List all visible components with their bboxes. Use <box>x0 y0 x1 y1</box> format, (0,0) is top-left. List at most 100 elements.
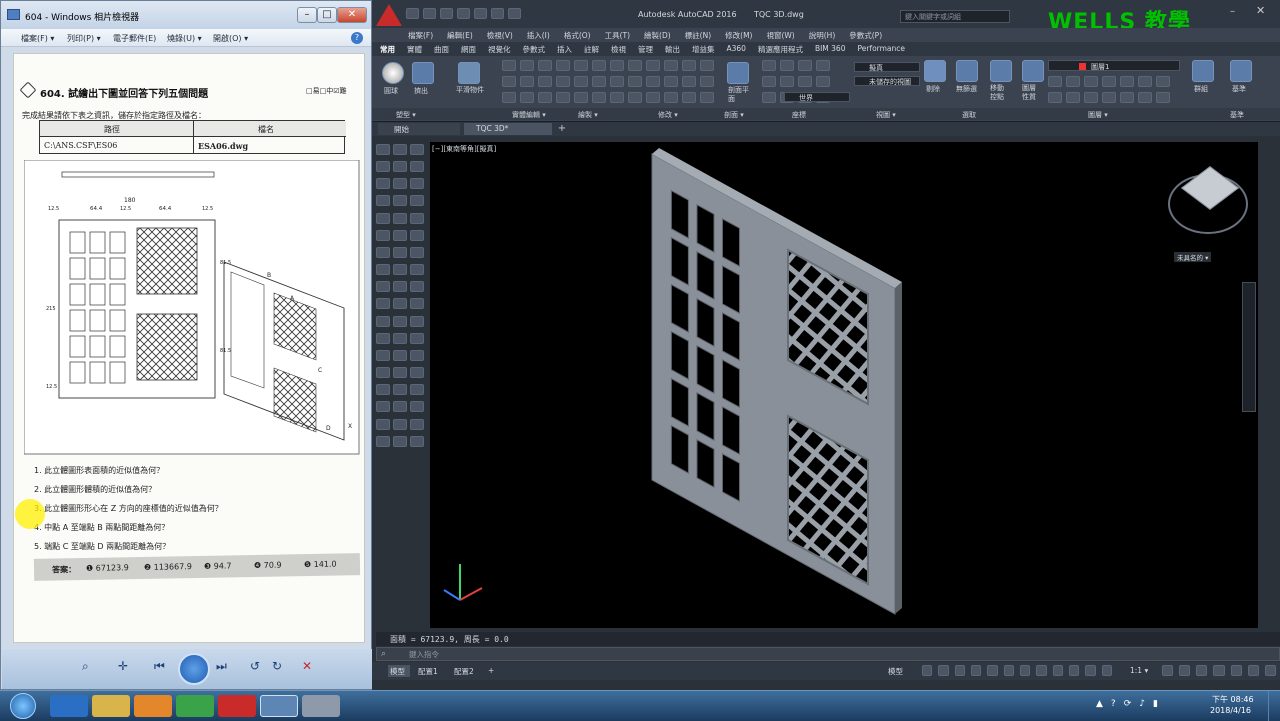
layer-tool-button-8[interactable] <box>1066 92 1080 103</box>
ribbon-tab-12[interactable]: A360 <box>727 44 746 55</box>
cull-button[interactable] <box>924 60 946 82</box>
left-tool-button-49[interactable] <box>393 418 407 430</box>
status-toggle-1[interactable] <box>938 665 949 676</box>
ribbon-tab-11[interactable]: 增益集 <box>692 44 715 55</box>
tool-button-10[interactable] <box>682 60 696 71</box>
fit-icon[interactable]: ✛ <box>118 659 128 673</box>
search-box[interactable]: 鍵入關鍵字或詞組 <box>900 10 1010 23</box>
left-tool-button-26[interactable] <box>410 281 424 293</box>
autocad-app-button[interactable] <box>376 4 402 26</box>
media-player-icon[interactable] <box>134 695 172 717</box>
status-toggle-6[interactable] <box>1019 665 1031 676</box>
status-right-button-2[interactable] <box>1196 665 1208 676</box>
ribbon-tab-10[interactable]: 輸出 <box>665 44 680 55</box>
left-tool-button-45[interactable] <box>376 401 390 413</box>
delete-icon[interactable]: ✕ <box>302 659 312 673</box>
left-tool-button-16[interactable] <box>393 229 407 241</box>
left-tool-button-33[interactable] <box>376 332 390 344</box>
left-tool-button-50[interactable] <box>410 418 424 430</box>
left-tool-button-53[interactable] <box>410 435 424 447</box>
sphere-button[interactable] <box>382 62 404 84</box>
autocad-taskbar-icon[interactable] <box>218 695 256 717</box>
ribbon-tab-9[interactable]: 管理 <box>638 44 653 55</box>
left-tool-button-46[interactable] <box>393 401 407 413</box>
left-tool-button-21[interactable] <box>376 264 390 276</box>
tool-button-29[interactable] <box>592 92 606 103</box>
group-solid-edit[interactable]: 實體編輯 ▾ <box>512 110 546 120</box>
left-tool-button-5[interactable] <box>410 161 424 173</box>
left-tool-button-9[interactable] <box>376 195 390 207</box>
autocad-titlebar[interactable]: Autodesk AutoCAD 2016 TQC 3D.dwg 鍵入關鍵字或詞… <box>372 0 1280 35</box>
status-model[interactable]: 模型 <box>888 666 903 677</box>
viewer-titlebar[interactable]: 604 - Windows 相片檢視器 – □ ✕ <box>1 1 371 29</box>
layout-tab-2[interactable]: 配置2 <box>452 665 482 677</box>
tool-button-28[interactable] <box>574 92 588 103</box>
menu-print[interactable]: 列印(P) ▾ <box>67 33 101 44</box>
visual-style-dropdown[interactable]: 擬真 <box>854 62 920 72</box>
left-tool-button-6[interactable] <box>376 178 390 190</box>
clock-time[interactable]: 下午 08:46 <box>1212 694 1254 705</box>
menu-open[interactable]: 開啟(O) ▾ <box>213 33 248 44</box>
calculator-icon[interactable] <box>302 695 340 717</box>
tool-button-20[interactable] <box>646 76 660 87</box>
left-tool-button-48[interactable] <box>376 418 390 430</box>
layer-tool-button-6[interactable] <box>1156 76 1170 87</box>
ribbon-tab-3[interactable]: 網面 <box>461 44 476 55</box>
status-right-button-3[interactable] <box>1213 665 1225 676</box>
left-tool-button-1[interactable] <box>393 144 407 155</box>
quick-access-toolbar[interactable] <box>406 8 556 20</box>
coord-tool-button-6[interactable] <box>798 76 812 87</box>
group-button[interactable] <box>1192 60 1214 82</box>
left-tool-button-28[interactable] <box>393 298 407 310</box>
left-tool-button-10[interactable] <box>393 195 407 207</box>
layer-properties-button[interactable] <box>1022 60 1044 82</box>
coord-tool-button-0[interactable] <box>762 60 776 71</box>
annotation-scale[interactable]: 1:1 ▾ <box>1130 666 1148 675</box>
left-tool-button-35[interactable] <box>410 332 424 344</box>
move-gizmo-button[interactable] <box>990 60 1012 82</box>
left-tool-button-30[interactable] <box>376 315 390 327</box>
tool-button-9[interactable] <box>664 60 678 71</box>
viewcube-ucs-label[interactable]: 未具名的 ▾ <box>1174 252 1212 262</box>
menu-file[interactable]: 檔案(F) ▾ <box>21 33 54 44</box>
coord-tool-button-7[interactable] <box>816 76 830 87</box>
left-tool-button-40[interactable] <box>393 367 407 379</box>
left-tool-button-24[interactable] <box>376 281 390 293</box>
left-tool-button-51[interactable] <box>376 435 390 447</box>
slideshow-button[interactable] <box>178 653 210 685</box>
tab-start[interactable]: 開始 <box>378 123 460 135</box>
left-tool-button-44[interactable] <box>410 384 424 396</box>
explorer-icon[interactable] <box>92 695 130 717</box>
menu-item-11[interactable]: 參數式(P) <box>849 30 882 41</box>
ribbon-tab-14[interactable]: BIM 360 <box>815 44 846 55</box>
status-right-button-1[interactable] <box>1179 665 1191 676</box>
left-tool-button-37[interactable] <box>393 349 407 361</box>
left-tool-button-31[interactable] <box>393 315 407 327</box>
tool-button-33[interactable] <box>664 92 678 103</box>
tool-button-17[interactable] <box>592 76 606 87</box>
tool-button-26[interactable] <box>538 92 552 103</box>
close-button[interactable]: ✕ <box>337 7 367 23</box>
left-tool-button-22[interactable] <box>393 264 407 276</box>
left-tool-button-32[interactable] <box>410 315 424 327</box>
menu-burn[interactable]: 燒錄(U) ▾ <box>167 33 202 44</box>
tool-button-30[interactable] <box>610 92 624 103</box>
tool-button-12[interactable] <box>502 76 516 87</box>
layer-tool-button-3[interactable] <box>1102 76 1116 87</box>
layer-dropdown[interactable]: 圖層1 <box>1048 60 1180 71</box>
left-tool-button-4[interactable] <box>393 161 407 173</box>
tray-help-icon[interactable]: ? <box>1111 699 1116 713</box>
tray-network-icon[interactable]: ▮ <box>1153 699 1158 713</box>
tool-button-8[interactable] <box>646 60 660 71</box>
menu-item-7[interactable]: 標註(N) <box>685 30 711 41</box>
coord-tool-button-2[interactable] <box>798 60 812 71</box>
left-tool-button-25[interactable] <box>393 281 407 293</box>
tool-button-7[interactable] <box>628 60 642 71</box>
tool-button-18[interactable] <box>610 76 624 87</box>
ribbon-tab-0[interactable]: 常用 <box>380 44 395 55</box>
status-toggle-2[interactable] <box>954 665 965 676</box>
left-tool-button-7[interactable] <box>393 178 407 190</box>
start-button[interactable] <box>10 693 36 719</box>
autocad-close-button[interactable]: ✕ <box>1256 4 1272 20</box>
status-toggle-7[interactable] <box>1036 665 1047 676</box>
